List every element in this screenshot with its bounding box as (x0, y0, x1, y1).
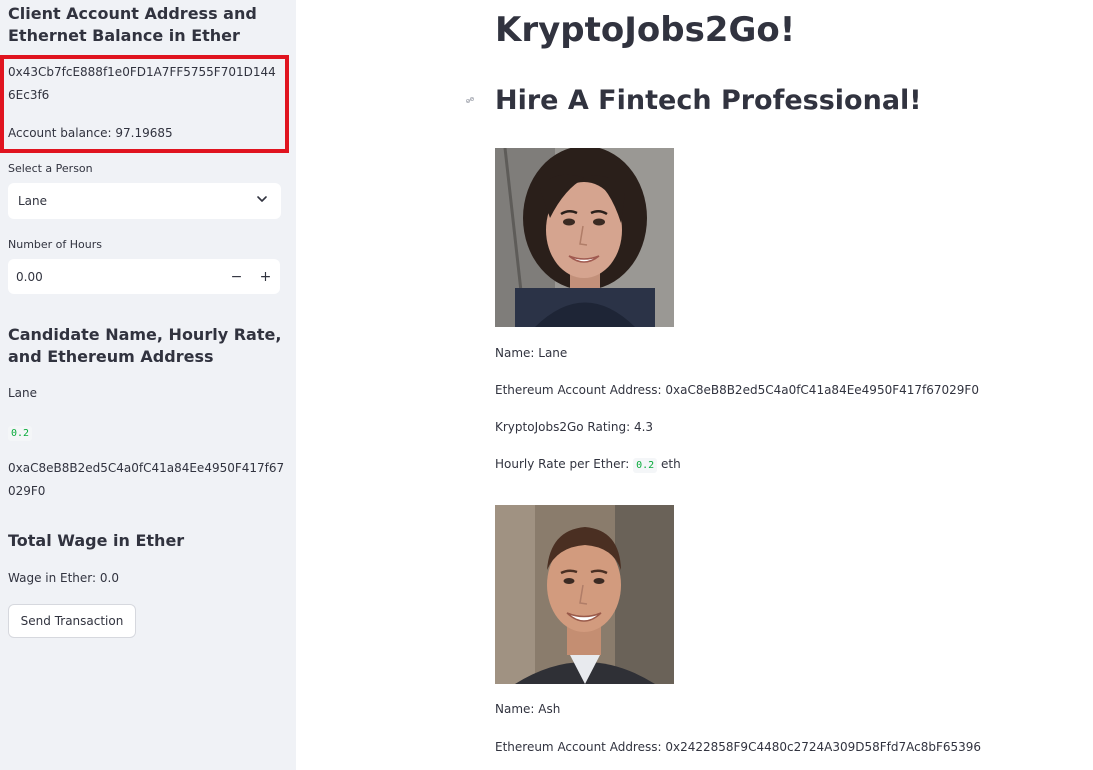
hours-input[interactable]: 0.00 (8, 270, 222, 284)
app: Client Account Address and Ethernet Bala… (0, 0, 1093, 770)
candidate-1-address: Ethereum Account Address: 0xaC8eB8B2ed5C… (495, 383, 979, 397)
candidate-rate: 0.2 (8, 421, 33, 441)
person-select[interactable]: Lane (8, 183, 281, 219)
wage-heading: Total Wage in Ether (8, 531, 185, 550)
candidate-rate-value: 0.2 (8, 426, 33, 441)
candidate-photo-ash (495, 505, 674, 684)
send-transaction-button[interactable]: Send Transaction (8, 604, 136, 638)
select-label: Select a Person (8, 162, 93, 175)
candidate-1-rate: Hourly Rate per Ether: 0.2 eth (495, 457, 681, 473)
page-title: KryptoJobs2Go! (495, 10, 796, 50)
hours-decrement-button[interactable]: − (222, 259, 251, 294)
chevron-down-icon (257, 196, 267, 202)
candidate-2-name: Name: Ash (495, 702, 561, 716)
candidate-1-name: Name: Lane (495, 346, 568, 360)
candidate-name: Lane (8, 386, 38, 400)
candidate-1-rate-unit: eth (661, 457, 681, 471)
person-select-value: Lane (18, 194, 48, 208)
candidate-1-rating: KryptoJobs2Go Rating: 4.3 (495, 420, 654, 434)
wage-text: Wage in Ether: 0.0 (8, 571, 119, 585)
hours-label: Number of Hours (8, 238, 103, 251)
candidate-address: 0xaC8eB8B2ed5C4a0fC41a84Ee4950F417f67029… (8, 461, 285, 498)
link-icon[interactable] (465, 96, 475, 104)
account-highlight-box (0, 55, 289, 153)
account-heading: Client Account Address and Ethernet Bala… (8, 4, 257, 45)
hours-increment-button[interactable]: + (251, 259, 280, 294)
candidate-1-rate-label: Hourly Rate per Ether: (495, 457, 630, 471)
hours-stepper[interactable]: 0.00 − + (8, 259, 280, 294)
page-subtitle: Hire A Fintech Professional! (495, 85, 922, 116)
candidate-2-address: Ethereum Account Address: 0x2422858F9C44… (495, 740, 982, 754)
candidate-heading: Candidate Name, Hourly Rate, and Ethereu… (8, 325, 282, 366)
candidate-1-rate-value: 0.2 (633, 458, 658, 473)
candidate-photo-lane (495, 148, 674, 327)
